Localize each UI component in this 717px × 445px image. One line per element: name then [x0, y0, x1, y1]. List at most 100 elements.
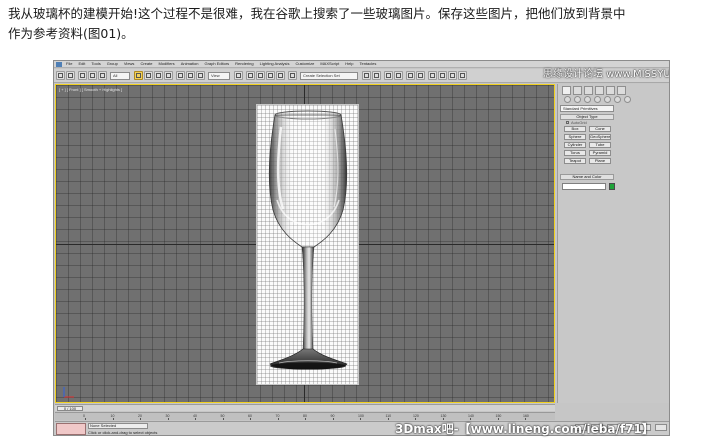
- front-viewport[interactable]: [ + ] [ Front ] [ Smooth + Highlights ]: [55, 84, 555, 403]
- menu-rendering[interactable]: Rendering: [235, 61, 253, 67]
- timeline-tick-mark: [250, 418, 251, 420]
- geosphere-button[interactable]: GeoSphere: [589, 134, 611, 140]
- tab-hierarchy[interactable]: [584, 86, 593, 95]
- menu-file[interactable]: File: [66, 61, 72, 67]
- timeline-tick-mark: [360, 418, 361, 420]
- menu-edit[interactable]: Edit: [78, 61, 85, 67]
- sphere-button[interactable]: Sphere: [564, 134, 586, 140]
- layer-manager-button[interactable]: [384, 71, 393, 80]
- tab-modify[interactable]: [573, 86, 582, 95]
- menu-tools[interactable]: Tools: [91, 61, 100, 67]
- align-button[interactable]: [372, 71, 381, 80]
- object-name-input[interactable]: [562, 183, 606, 190]
- tube-button[interactable]: Tube: [589, 142, 611, 148]
- viewport-label[interactable]: [ + ] [ Front ] [ Smooth + Highlights ]: [59, 87, 122, 92]
- frame-window-icon: [450, 73, 455, 78]
- render-setup-icon: [440, 73, 445, 78]
- snap-toggle-button[interactable]: [246, 71, 255, 80]
- tab-display[interactable]: [606, 86, 615, 95]
- menu-views[interactable]: Views: [124, 61, 135, 67]
- box-button[interactable]: Box: [564, 126, 586, 132]
- space-warp-icon: [100, 73, 105, 78]
- article-caption: 我从玻璃杯的建模开始!这个过程不是很难，我在谷歌上搜索了一些玻璃图片。保存这些图…: [8, 4, 708, 44]
- window-crossing-icon: [166, 73, 171, 78]
- app-logo-icon[interactable]: [56, 62, 62, 67]
- window-crossing-button[interactable]: [164, 71, 173, 80]
- menu-graph-editors[interactable]: Graph Editors: [204, 61, 229, 67]
- graphite-ribbon-button[interactable]: [394, 71, 403, 80]
- select-scale-button[interactable]: [196, 71, 205, 80]
- undo-button[interactable]: [56, 71, 65, 80]
- scale-icon: [198, 73, 203, 78]
- menu-tentacles[interactable]: Tentacles: [359, 61, 376, 67]
- autogrid-checkbox[interactable]: AutoGrid: [566, 120, 587, 125]
- cone-button[interactable]: Cone: [589, 126, 611, 132]
- tab-utilities[interactable]: [617, 86, 626, 95]
- maximize-viewport-button[interactable]: [655, 424, 667, 431]
- torus-button[interactable]: Torus: [564, 150, 586, 156]
- select-object-button[interactable]: [134, 71, 143, 80]
- systems-category-icon[interactable]: [624, 96, 631, 103]
- cameras-category-icon[interactable]: [594, 96, 601, 103]
- time-slider[interactable]: 0 / 100: [57, 406, 83, 411]
- menu-modifiers[interactable]: Modifiers: [158, 61, 174, 67]
- forum-watermark-bottom: 3Dmax吧-【www.lineng.com/ieba/f71】: [395, 422, 654, 436]
- geometry-category-icon[interactable]: [564, 96, 571, 103]
- select-move-button[interactable]: [176, 71, 185, 80]
- time-slider-bar: 0 / 100: [55, 404, 555, 411]
- maxscript-listener[interactable]: [56, 423, 86, 435]
- link-button[interactable]: [78, 71, 87, 80]
- undo-icon: [58, 73, 63, 78]
- named-selection-select[interactable]: Create Selection Set: [300, 72, 358, 80]
- teapot-icon: [460, 73, 465, 78]
- menu-create[interactable]: Create: [140, 61, 152, 67]
- reference-coord-select[interactable]: View: [208, 72, 230, 80]
- primitive-type-select[interactable]: Standard Primitives: [560, 105, 614, 112]
- move-icon: [178, 73, 183, 78]
- space-warps-category-icon[interactable]: [614, 96, 621, 103]
- name-color-rollout[interactable]: Name and Color: [560, 174, 614, 180]
- percent-snap-icon: [268, 73, 273, 78]
- percent-snap-button[interactable]: [266, 71, 275, 80]
- reference-image-plane[interactable]: [256, 104, 359, 385]
- helpers-category-icon[interactable]: [604, 96, 611, 103]
- plane-button[interactable]: Plane: [589, 158, 611, 164]
- teapot-button[interactable]: Teapot: [564, 158, 586, 164]
- tab-create[interactable]: [562, 86, 571, 95]
- command-panel: Standard Primitives Object Type AutoGrid…: [557, 84, 669, 403]
- unlink-button[interactable]: [88, 71, 97, 80]
- material-editor-button[interactable]: [428, 71, 437, 80]
- track-bar[interactable]: 0 10 20 30 40 50 60 70 80 90 100 110 120 130 140 150 160: [55, 412, 555, 420]
- object-color-swatch[interactable]: [609, 183, 615, 190]
- curve-editor-button[interactable]: [406, 71, 415, 80]
- pivot-center-button[interactable]: [234, 71, 243, 80]
- mirror-button[interactable]: [362, 71, 371, 80]
- tab-motion[interactable]: [595, 86, 604, 95]
- shapes-category-icon[interactable]: [574, 96, 581, 103]
- menu-animation[interactable]: Animation: [181, 61, 199, 67]
- menu-maxscript[interactable]: MAXScript: [320, 61, 339, 67]
- pyramid-button[interactable]: Pyramid: [589, 150, 611, 156]
- bind-space-warp-button[interactable]: [98, 71, 107, 80]
- forum-watermark-top: 思缘设计论坛 www.MISSYUAN.COM: [543, 69, 670, 80]
- select-rotate-button[interactable]: [186, 71, 195, 80]
- lights-category-icon[interactable]: [584, 96, 591, 103]
- menu-group[interactable]: Group: [107, 61, 118, 67]
- select-by-name-button[interactable]: [144, 71, 153, 80]
- menu-help[interactable]: Help: [345, 61, 353, 67]
- render-production-button[interactable]: [458, 71, 467, 80]
- menu-lighting-analysis[interactable]: Lighting Analysis: [260, 61, 290, 67]
- command-panel-tabs: [562, 86, 666, 95]
- schematic-view-button[interactable]: [416, 71, 425, 80]
- unlink-icon: [90, 73, 95, 78]
- cylinder-button[interactable]: Cylinder: [564, 142, 586, 148]
- angle-snap-button[interactable]: [256, 71, 265, 80]
- rendered-frame-button[interactable]: [448, 71, 457, 80]
- spinner-snap-button[interactable]: [276, 71, 285, 80]
- menu-customize[interactable]: Customize: [295, 61, 314, 67]
- edit-named-sets-button[interactable]: [288, 71, 297, 80]
- render-setup-button[interactable]: [438, 71, 447, 80]
- rect-selection-button[interactable]: [154, 71, 163, 80]
- selection-filter-select[interactable]: All: [110, 72, 130, 80]
- redo-button[interactable]: [66, 71, 75, 80]
